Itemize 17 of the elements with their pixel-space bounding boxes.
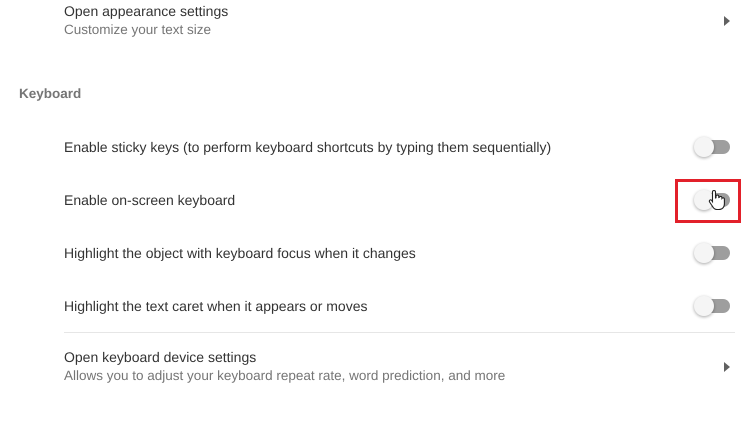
link-title: Open keyboard device settings <box>64 348 258 366</box>
toggle-switch[interactable] <box>694 136 730 156</box>
setting-label: Enable on-screen keyboard <box>64 192 236 208</box>
toggle-switch[interactable] <box>694 242 730 262</box>
hand-cursor-icon <box>708 188 726 210</box>
setting-label: Enable sticky keys (to perform keyboard shortcuts by typing them sequentially) <box>64 138 552 154</box>
chevron-icon <box>724 16 730 26</box>
appearance-settings-link[interactable]: Open appearance settings Customize your text size <box>0 0 750 40</box>
toggle-switch[interactable] <box>694 296 730 316</box>
link-title: Open appearance settings <box>64 2 228 20</box>
link-subtitle: Customize your text size <box>64 21 212 39</box>
link-subtitle: Allows you to adjust your keyboard repeat rate, word prediction, and more <box>64 367 506 385</box>
keyboard-device-settings-link[interactable]: Open keyboard device settings Allows you to adjust your keyboard repeat rate, word prediction, and more <box>0 333 750 386</box>
setting-label: Highlight the text caret when it appears or moves <box>64 298 368 314</box>
setting-label: Highlight the object with keyboard focus when it changes <box>64 244 416 260</box>
section-heading: Keyboard <box>19 85 82 103</box>
chevron-icon <box>724 362 730 372</box>
